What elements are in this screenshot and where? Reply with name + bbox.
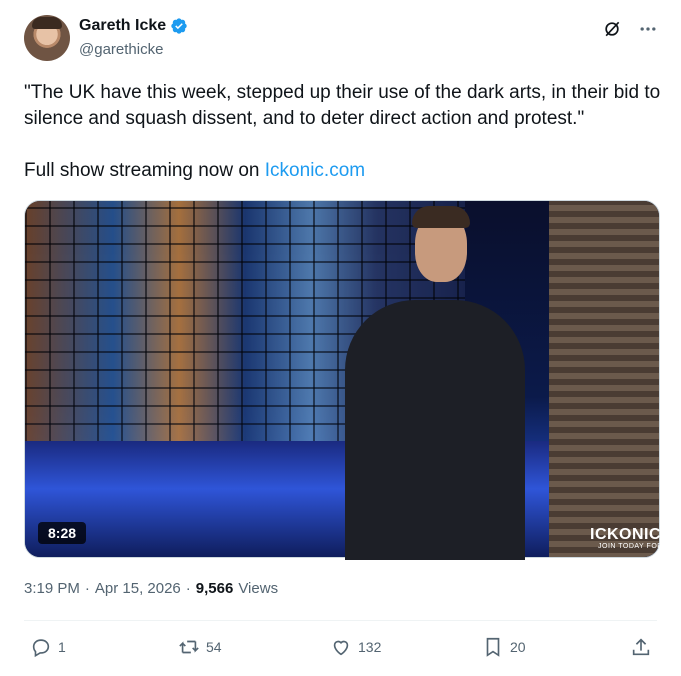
tweet-body: "The UK have this week, stepped up their… — [24, 80, 664, 210]
share-button[interactable] — [630, 636, 652, 658]
video-player[interactable] — [24, 200, 660, 558]
meta-separator: · — [84, 580, 90, 597]
verified-badge-icon — [170, 17, 188, 35]
action-bar: 1 54 132 20 — [24, 636, 657, 664]
like-count: 132 — [358, 639, 382, 655]
video-thumbnail-wall — [549, 201, 659, 557]
ickonic-link[interactable]: Ickonic.com — [265, 160, 365, 181]
divider — [24, 620, 657, 621]
bookmark-count: 20 — [510, 639, 526, 655]
like-button[interactable]: 132 — [330, 636, 381, 658]
tweet-meta: 3:19 PM · Apr 15, 2026 · 9,566 Views — [24, 580, 278, 597]
video-duration-badge: 8:28 — [38, 522, 87, 544]
more-options-icon[interactable] — [637, 18, 659, 40]
tweet-cta-line: Full show streaming now on Ickonic.com — [24, 158, 664, 184]
reply-count: 1 — [58, 639, 66, 655]
grok-icon[interactable] — [601, 18, 623, 40]
brand-watermark: ICKONIC — [590, 526, 662, 543]
author-name-row: Gareth Icke — [79, 17, 188, 35]
tweet-quote-text: "The UK have this week, stepped up their… — [24, 82, 661, 129]
display-name[interactable]: Gareth Icke — [79, 17, 166, 35]
retweet-count: 54 — [206, 639, 222, 655]
views-count: 9,566 — [195, 580, 234, 597]
share-icon — [632, 638, 650, 656]
bookmark-button[interactable]: 20 — [482, 636, 526, 658]
reply-icon — [32, 639, 50, 658]
video-thumbnail-person-body — [345, 300, 525, 560]
avatar[interactable] — [24, 15, 70, 61]
heart-icon — [333, 640, 349, 656]
tweet-date[interactable]: Apr 15, 2026 — [95, 580, 181, 597]
tweet-cta-text: Full show streaming now on — [24, 160, 265, 181]
author-handle[interactable]: @garethicke — [79, 41, 163, 58]
tweet-card: Gareth Icke @garethicke "The UK have thi… — [0, 0, 681, 676]
retweet-icon — [179, 640, 199, 654]
tweet-time[interactable]: 3:19 PM — [24, 580, 80, 597]
top-actions — [601, 18, 659, 40]
meta-separator-2: · — [185, 580, 191, 597]
video-thumbnail-person-hair — [412, 206, 470, 228]
views-label: Views — [238, 580, 279, 597]
bookmark-icon — [486, 637, 500, 657]
retweet-button[interactable]: 54 — [178, 636, 222, 658]
reply-button[interactable]: 1 — [30, 636, 66, 658]
brand-watermark-sub: JOIN TODAY FOR — [598, 543, 663, 550]
